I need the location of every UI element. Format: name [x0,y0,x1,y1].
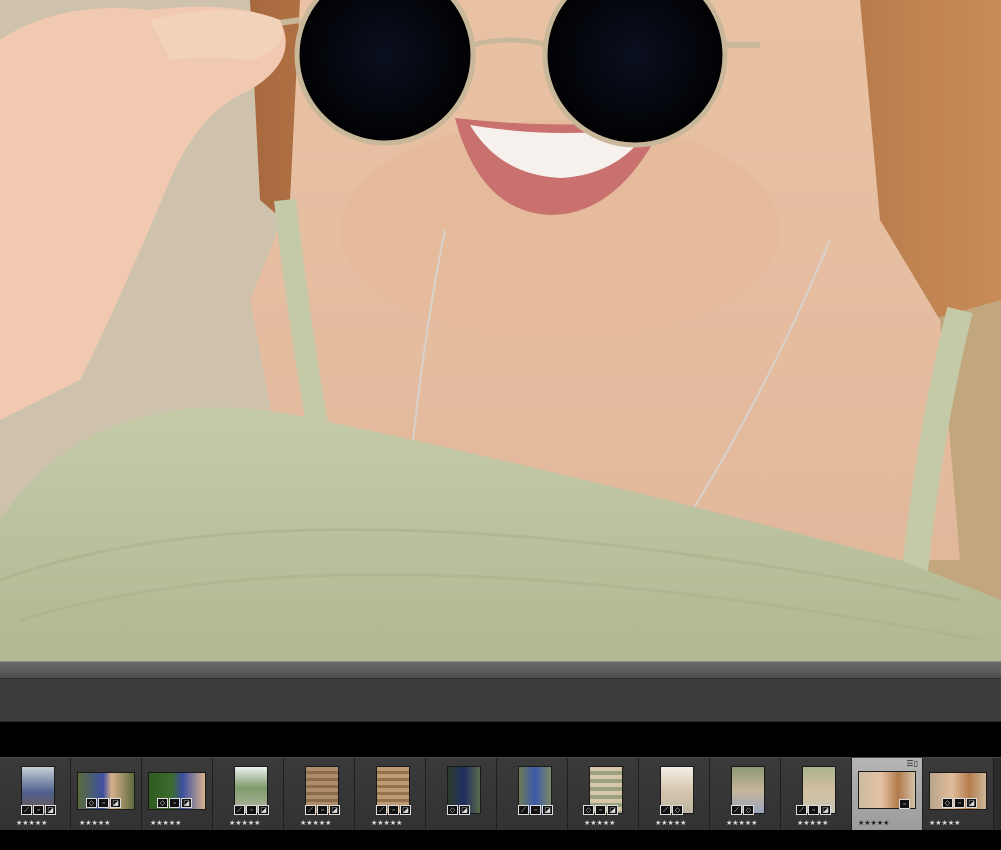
crop-icon: ▫ [246,805,257,815]
develop-icon: ◪ [110,798,121,808]
develop-icon: ◪ [607,805,618,815]
rating-stars: ★★★★★ [929,820,961,827]
edit-icon: ⟋ [731,805,742,815]
list-icon: ☰ [906,759,914,768]
crop-icon: ▫ [954,798,965,808]
thumb-badges: ⟋ ▫ ◪ [21,805,56,815]
thumb-badges: ◇ ▫ ◪ [86,798,121,808]
filmstrip-thumb-6[interactable]: ⟋ ▫ ◪ ★★★★★ [355,758,426,830]
thumb-badges: ⟋ ▫ ◪ [518,805,553,815]
crop-icon: ▫ [595,805,606,815]
thumb-corner-icons: ☰▯ [906,759,918,768]
view-divider [0,661,1001,678]
develop-icon: ◪ [329,805,340,815]
filmstrip-thumb-9[interactable]: ◇ ▫ ◪ ★★★★★ [568,758,639,830]
edit-icon: ⟋ [796,805,807,815]
keyword-tag-icon: ◇ [743,805,754,815]
filmstrip-thumb-13-selected[interactable]: ☰▯ ▫ ★★★★★ [852,758,923,830]
develop-icon: ◪ [258,805,269,815]
filmstrip-thumb-4[interactable]: ⟋ ▫ ◪ ★★★★★ [213,758,284,830]
filmstrip-thumb-14[interactable]: ◇ ▫ ◪ ★★★★★ [923,758,994,830]
rating-stars: ★★★★★ [726,820,758,827]
rating-stars: ★★★★★ [79,820,111,827]
edit-icon: ⟋ [234,805,245,815]
filmstrip-thumb-5[interactable]: ⟋ ▫ ◪ ★★★★★ [284,758,355,830]
keyword-tag-icon: ◇ [86,798,97,808]
crop-icon: ▫ [388,805,399,815]
rating-stars: ★★★★★ [584,820,616,827]
thumb-badges: ⟋ ◇ [731,805,754,815]
main-photo [0,0,1001,661]
filmstrip-header [0,722,1001,757]
filmstrip-thumb-2[interactable]: ◇ ▫ ◪ ★★★★★ [71,758,142,830]
keyword-tag-icon: ◇ [157,798,168,808]
crop-icon: ▫ [98,798,109,808]
thumb-badges: ◇ ▫ ◪ [157,798,192,808]
edit-icon: ⟋ [305,805,316,815]
thumb-badges: ⟋ ▫ ◪ [305,805,340,815]
thumb-badges: ⟋ ▫ ◪ [376,805,411,815]
crop-icon: ▫ [33,805,44,815]
lightroom-window: ⟋ ▫ ◪ ★★★★★ ◇ ▫ ◪ ★★★★★ ◇ ▫ ◪ ★★★★★ ⟋ ▫ … [0,0,1001,850]
filmstrip-thumb-8[interactable]: ⟋ ▫ ◪ [497,758,568,830]
window-bottom-edge [0,830,1001,850]
develop-icon: ◪ [542,805,553,815]
develop-icon: ◪ [459,805,470,815]
edit-icon: ⟋ [660,805,671,815]
filmstrip-thumb-1[interactable]: ⟋ ▫ ◪ ★★★★★ [0,758,71,830]
develop-icon: ◪ [45,805,56,815]
filmstrip-thumb-7[interactable]: ◇ ◪ [426,758,497,830]
rating-stars: ★★★★★ [655,820,687,827]
keyword-tag-icon: ◇ [942,798,953,808]
filmstrip-thumb-12[interactable]: ⟋ ▫ ◪ ★★★★★ [781,758,852,830]
rating-stars: ★★★★★ [16,820,48,827]
crop-icon: ▫ [899,799,910,809]
thumb-badges: ⟋ ▫ ◪ [234,805,269,815]
flag-icon: ▯ [913,759,918,768]
thumb-badges: ⟋ ◇ [660,805,683,815]
rating-stars: ★★★★★ [300,820,332,827]
develop-icon: ◪ [966,798,977,808]
keyword-tag-icon: ◇ [583,805,594,815]
crop-icon: ▫ [169,798,180,808]
edit-icon: ⟋ [376,805,387,815]
filmstrip-thumb-10[interactable]: ⟋ ◇ ★★★★★ [639,758,710,830]
filmstrip-thumb-3[interactable]: ◇ ▫ ◪ ★★★★★ [142,758,213,830]
develop-icon: ◪ [820,805,831,815]
rating-stars: ★★★★★ [858,820,890,827]
rating-stars: ★★★★★ [229,820,261,827]
rating-stars: ★★★★★ [150,820,182,827]
thumb-badges: ◇ ▫ ◪ [583,805,618,815]
keyword-tag-icon: ◇ [672,805,683,815]
crop-icon: ▫ [808,805,819,815]
photo-viewer[interactable] [0,0,1001,661]
develop-icon: ◪ [181,798,192,808]
thumb-badges: ⟋ ▫ ◪ [796,805,831,815]
edit-icon: ⟋ [21,805,32,815]
thumb-badges: ◇ ▫ ◪ [942,798,977,808]
thumb-badges: ◇ ◪ [447,805,470,815]
filmstrip-thumb-11[interactable]: ⟋ ◇ ★★★★★ [710,758,781,830]
edit-icon: ⟋ [518,805,529,815]
toolbar [0,678,1001,722]
rating-stars: ★★★★★ [371,820,403,827]
keyword-tag-icon: ◇ [447,805,458,815]
develop-icon: ◪ [400,805,411,815]
thumb-badges: ▫ [899,799,910,809]
filmstrip[interactable]: ⟋ ▫ ◪ ★★★★★ ◇ ▫ ◪ ★★★★★ ◇ ▫ ◪ ★★★★★ ⟋ ▫ … [0,757,1001,830]
crop-icon: ▫ [530,805,541,815]
rating-stars: ★★★★★ [797,820,829,827]
crop-icon: ▫ [317,805,328,815]
